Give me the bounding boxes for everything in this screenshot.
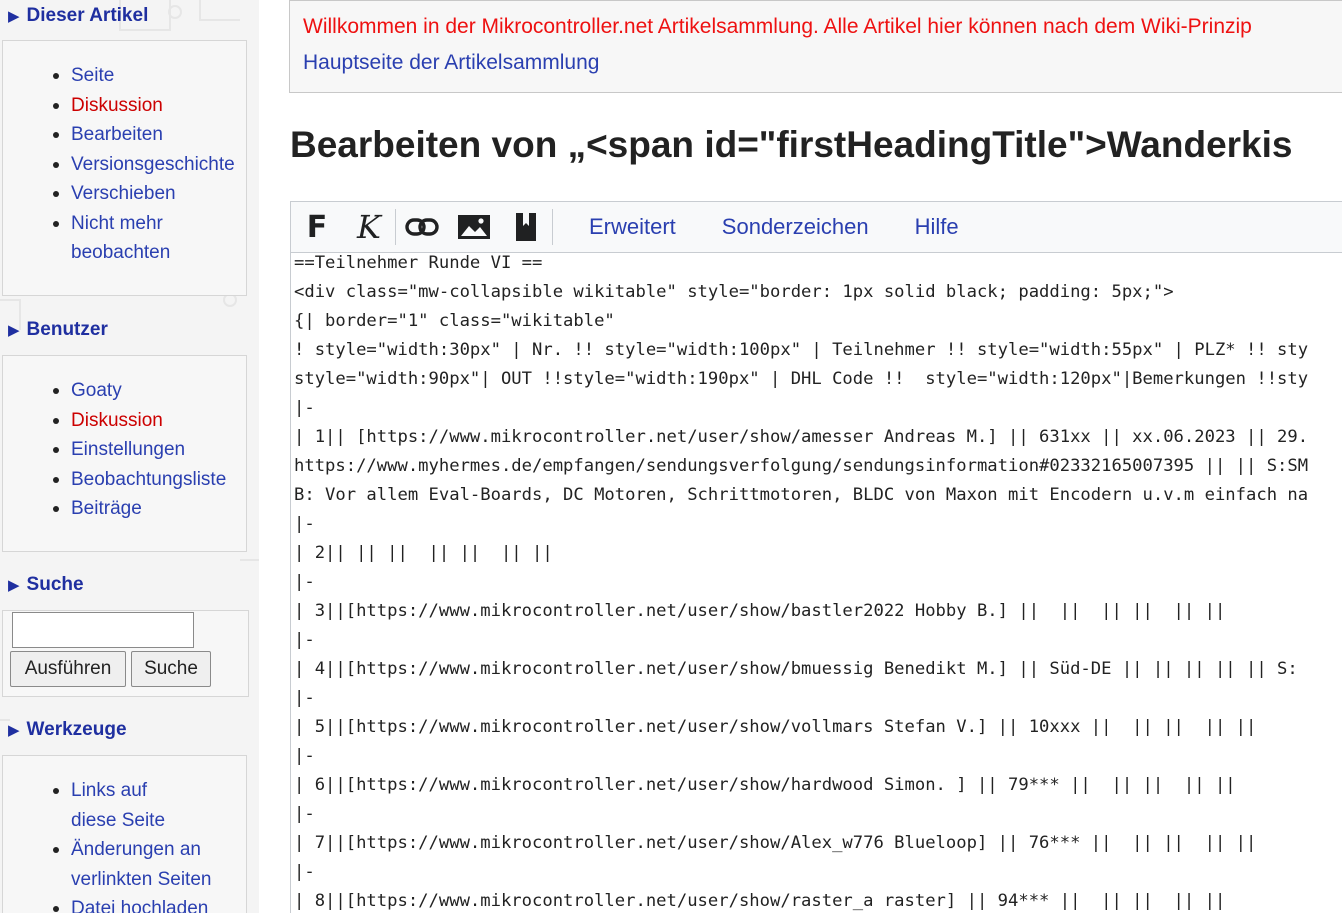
site-notice: Willkommen in der Mikrocontroller.net Ar… bbox=[289, 0, 1342, 93]
sidebar-item-preferences[interactable]: Einstellungen bbox=[3, 435, 246, 465]
editor-line: |- bbox=[294, 804, 315, 824]
editor-line: | 4||[https://www.mikrocontroller.net/us… bbox=[294, 659, 1298, 679]
sidebar-item-user-talk[interactable]: Diskussion bbox=[3, 406, 246, 436]
toolbar-basic-group: F K bbox=[291, 202, 552, 252]
sidebar: ▶ Dieser Artikel Seite Diskussion Bearbe… bbox=[0, 0, 259, 913]
search-box: Ausführen Suche bbox=[2, 610, 249, 697]
tab-special-characters[interactable]: Sonderzeichen bbox=[722, 214, 869, 240]
editor-line: |- bbox=[294, 630, 315, 650]
portlet-header-search[interactable]: ▶ Suche bbox=[8, 574, 84, 596]
editor-line: |- bbox=[294, 398, 315, 418]
sidebar-item-bearbeiten[interactable]: Bearbeiten bbox=[3, 120, 246, 150]
editor-line: |- bbox=[294, 514, 315, 534]
editor-line: | 1|| [https://www.mikrocontroller.net/u… bbox=[294, 427, 1309, 447]
user-actions-box: Goaty Diskussion Einstellungen Beobachtu… bbox=[2, 355, 247, 552]
editor-line: ==Teilnehmer Runde VI == bbox=[294, 253, 543, 273]
editor-line: B: Vor allem Eval-Boards, DC Motoren, Sc… bbox=[294, 485, 1309, 505]
reference-button[interactable] bbox=[500, 202, 552, 252]
portlet-title: Benutzer bbox=[26, 319, 108, 340]
go-button[interactable]: Ausführen bbox=[10, 651, 126, 687]
editor-line: | 8||[https://www.mikrocontroller.net/us… bbox=[294, 891, 1226, 911]
search-button[interactable]: Suche bbox=[131, 651, 211, 687]
sidebar-item-whatlinkshere[interactable]: Links auf diese Seite bbox=[3, 776, 200, 835]
editor-line: |- bbox=[294, 688, 315, 708]
editor-line: | 7||[https://www.mikrocontroller.net/us… bbox=[294, 833, 1257, 853]
triangle-right-icon: ▶ bbox=[8, 8, 20, 25]
toolbar-separator bbox=[552, 209, 553, 245]
sidebar-item-username[interactable]: Goaty bbox=[3, 376, 246, 406]
sidebar-item-contributions[interactable]: Beiträge bbox=[3, 494, 246, 524]
editor-line: |- bbox=[294, 746, 315, 766]
sidebar-item-seite[interactable]: Seite bbox=[3, 61, 246, 91]
editor-line: {| border="1" class="wikitable" bbox=[294, 311, 615, 331]
tab-help[interactable]: Hilfe bbox=[915, 214, 959, 240]
editor-line: <div class="mw-collapsible wikitable" st… bbox=[294, 282, 1174, 302]
editor-line: |- bbox=[294, 862, 315, 882]
editor-line: | 5||[https://www.mikrocontroller.net/us… bbox=[294, 717, 1257, 737]
triangle-right-icon: ▶ bbox=[8, 577, 20, 594]
sidebar-item-related-changes[interactable]: Änderungen an verlinkten Seiten bbox=[3, 835, 225, 894]
sidebar-item-watchlist[interactable]: Beobachtungsliste bbox=[3, 465, 246, 495]
italic-icon: K bbox=[357, 208, 381, 246]
portlet-title: Dieser Artikel bbox=[26, 5, 149, 26]
page-title: Bearbeiten von „<span id="firstHeadingTi… bbox=[290, 124, 1293, 165]
editor-line: | 6||[https://www.mikrocontroller.net/us… bbox=[294, 775, 1236, 795]
italic-button[interactable]: K bbox=[343, 202, 395, 252]
sidebar-item-versionsgeschichte[interactable]: Versionsgeschichte bbox=[3, 150, 246, 180]
sidebar-item-diskussion[interactable]: Diskussion bbox=[3, 91, 246, 121]
editor-toolbar: F K Erweitert Sonderzeichen Hilfe bbox=[290, 201, 1342, 253]
portlet-title: Suche bbox=[26, 574, 84, 595]
triangle-right-icon: ▶ bbox=[8, 322, 20, 339]
editor-line: https://www.myhermes.de/empfangen/sendun… bbox=[294, 456, 1309, 476]
portlet-header-user[interactable]: ▶ Benutzer bbox=[8, 319, 108, 341]
image-icon bbox=[458, 215, 490, 239]
wikitext-editor[interactable]: ==Teilnehmer Runde VI == <div class="mw-… bbox=[290, 253, 1342, 913]
portlet-header-article[interactable]: ▶ Dieser Artikel bbox=[8, 5, 148, 27]
editor-line: |- bbox=[294, 572, 315, 592]
sidebar-item-upload[interactable]: Datei hochladen bbox=[3, 894, 246, 913]
link-icon bbox=[405, 218, 439, 236]
editor-line: | 2|| || || || || || || bbox=[294, 543, 553, 563]
bold-button[interactable]: F bbox=[291, 202, 343, 252]
editor-line: | 3||[https://www.mikrocontroller.net/us… bbox=[294, 601, 1226, 621]
bold-icon: F bbox=[306, 209, 328, 245]
article-actions-box: Seite Diskussion Bearbeiten Versionsgesc… bbox=[2, 40, 247, 296]
triangle-right-icon: ▶ bbox=[8, 722, 20, 739]
notice-link[interactable]: Hauptseite der Artikelsammlung bbox=[303, 51, 599, 75]
portlet-title: Werkzeuge bbox=[26, 719, 127, 740]
tools-box: Links auf diese Seite Änderungen an verl… bbox=[2, 755, 247, 913]
sidebar-item-unwatch[interactable]: Nicht mehr beobachten bbox=[3, 209, 195, 268]
search-input[interactable] bbox=[12, 612, 194, 648]
sidebar-item-verschieben[interactable]: Verschieben bbox=[3, 179, 246, 209]
tab-advanced[interactable]: Erweitert bbox=[589, 214, 676, 240]
image-button[interactable] bbox=[448, 202, 500, 252]
notice-text: Willkommen in der Mikrocontroller.net Ar… bbox=[303, 15, 1252, 38]
link-button[interactable] bbox=[396, 202, 448, 252]
editor-line: style="width:90px"| OUT !!style="width:1… bbox=[294, 369, 1309, 389]
portlet-header-tools[interactable]: ▶ Werkzeuge bbox=[8, 719, 127, 741]
editor-line: ! style="width:30px" | Nr. !! style="wid… bbox=[294, 340, 1309, 360]
reference-icon bbox=[516, 213, 536, 241]
